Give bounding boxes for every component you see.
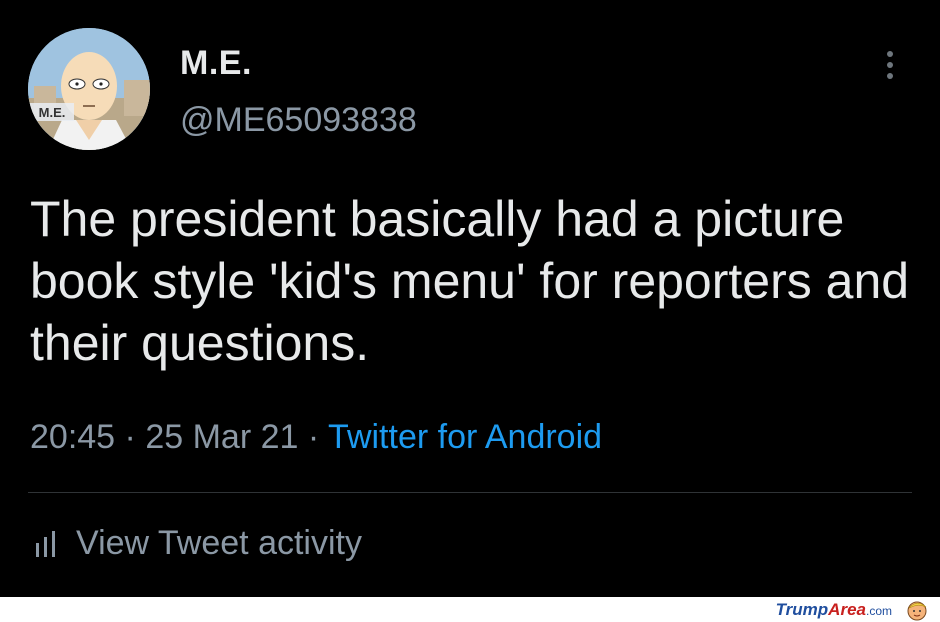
display-name[interactable]: M.E. xyxy=(180,44,252,83)
tweet-text: The president basically had a picture bo… xyxy=(30,191,910,371)
svg-text:M.E.: M.E. xyxy=(39,105,66,120)
meta-separator: · xyxy=(307,418,320,456)
view-tweet-activity-button[interactable]: View Tweet activity xyxy=(32,524,362,563)
bar-chart-icon xyxy=(36,530,55,557)
more-vertical-icon[interactable] xyxy=(884,51,896,83)
avatar[interactable]: M.E. xyxy=(28,28,150,150)
tweet-date: 25 Mar 21 xyxy=(145,418,299,456)
activity-label: View Tweet activity xyxy=(76,524,362,562)
tweet-time: 20:45 xyxy=(30,418,116,456)
meta-separator: · xyxy=(124,418,136,456)
avatar-image: M.E. xyxy=(28,28,150,150)
tweet-source-link[interactable]: Twitter for Android xyxy=(328,418,602,456)
tweet-metadata: 20:45 · 25 Mar 21 · Twitter for Android xyxy=(30,418,602,457)
trump-face-icon xyxy=(907,601,927,621)
user-handle[interactable]: @ME65093838 xyxy=(180,101,417,140)
tweet-card: M.E. M.E. @ME65093838 The president basi… xyxy=(0,0,940,597)
watermark: TrumpArea.com xyxy=(776,598,928,622)
divider xyxy=(28,492,912,493)
watermark-logo: TrumpArea.com xyxy=(775,600,892,619)
